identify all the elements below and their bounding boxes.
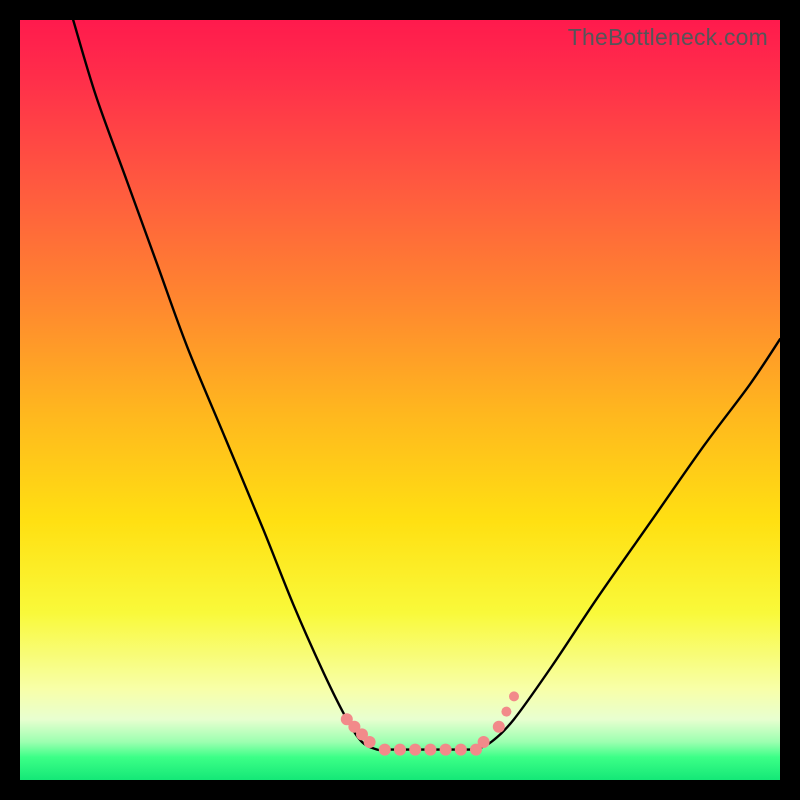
curve-markers (341, 691, 519, 755)
green-band (20, 754, 780, 780)
watermark-text: TheBottleneck.com (568, 24, 768, 51)
curve-marker (501, 707, 511, 717)
curve-group (73, 20, 780, 750)
curve-marker (478, 736, 490, 748)
bottleneck-curve (73, 20, 780, 750)
curve-marker (364, 736, 376, 748)
curve-marker (341, 713, 353, 725)
curve-marker (493, 721, 505, 733)
curve-marker (356, 728, 368, 740)
chart-svg (20, 20, 780, 780)
outer-frame: TheBottleneck.com (0, 0, 800, 800)
curve-marker (509, 691, 519, 701)
curve-marker (348, 721, 360, 733)
plot-area: TheBottleneck.com (20, 20, 780, 780)
